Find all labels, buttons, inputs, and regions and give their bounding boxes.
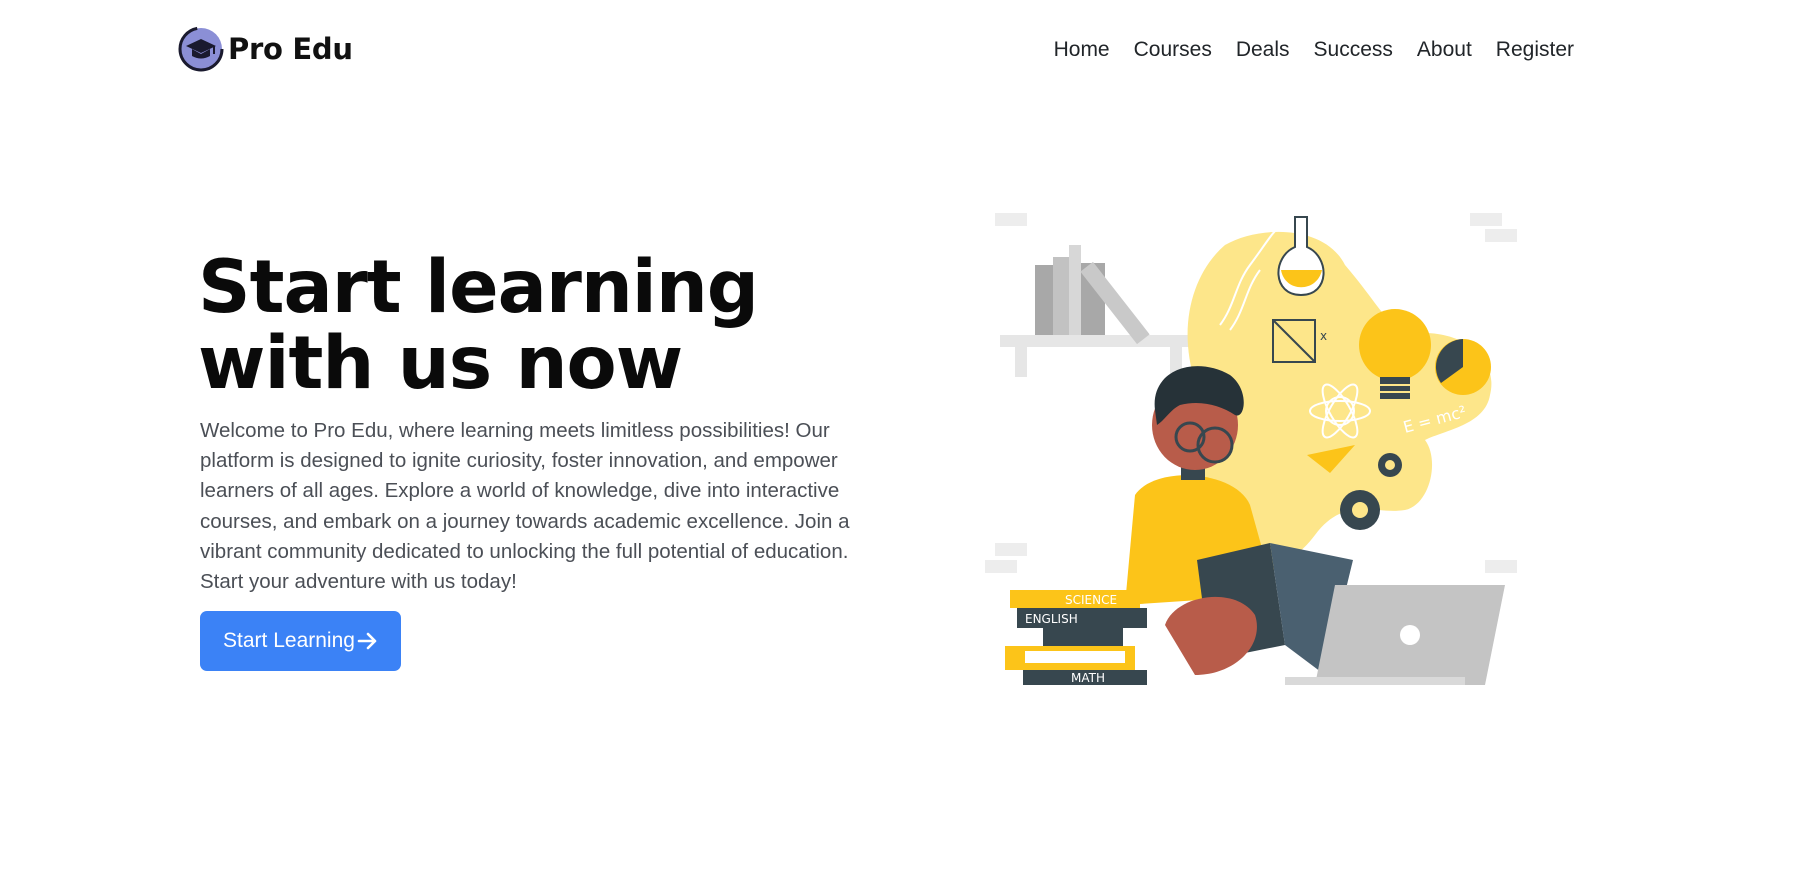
hero-description: Welcome to Pro Edu, where learning meets… bbox=[200, 419, 850, 594]
nav-menu: Home Courses Deals Success About Registe… bbox=[1042, 36, 1586, 64]
hero-title-line-1: Start learning bbox=[198, 245, 759, 330]
book-label-math: MATH bbox=[1071, 671, 1105, 685]
nav-success[interactable]: Success bbox=[1302, 36, 1405, 64]
svg-text:x: x bbox=[1320, 329, 1327, 343]
start-learning-button[interactable]: Start Learning bbox=[200, 611, 401, 671]
brand-name: Pro Edu bbox=[228, 32, 353, 66]
navbar: Pro Edu Home Courses Deals Success About… bbox=[0, 0, 1820, 100]
book-label-english: ENGLISH bbox=[1025, 612, 1078, 626]
nav-about[interactable]: About bbox=[1405, 36, 1484, 64]
nav-courses[interactable]: Courses bbox=[1122, 36, 1224, 64]
nav-register[interactable]: Register bbox=[1484, 36, 1586, 64]
start-learning-label: Start Learning bbox=[223, 629, 355, 652]
pie-chart-doodle bbox=[1435, 339, 1491, 395]
graduation-cap-icon bbox=[178, 26, 224, 72]
hero-title: Start learning with us now bbox=[198, 250, 898, 402]
student-reading-illustration: x E = mc² SCIENCE ENGLISH MATH bbox=[985, 213, 1517, 685]
book-stack: SCIENCE ENGLISH MATH bbox=[1005, 590, 1147, 685]
book-label-science: SCIENCE bbox=[1065, 593, 1117, 607]
nav-deals[interactable]: Deals bbox=[1224, 36, 1302, 64]
brand-link[interactable]: Pro Edu bbox=[178, 26, 353, 72]
arrow-right-icon bbox=[357, 632, 377, 650]
bookshelf bbox=[1000, 245, 1190, 377]
flask-icon bbox=[1277, 216, 1325, 297]
page: Pro Edu Home Courses Deals Success About… bbox=[0, 0, 1820, 881]
nav-home[interactable]: Home bbox=[1042, 36, 1122, 64]
hero-title-line-2: with us now bbox=[198, 321, 683, 406]
